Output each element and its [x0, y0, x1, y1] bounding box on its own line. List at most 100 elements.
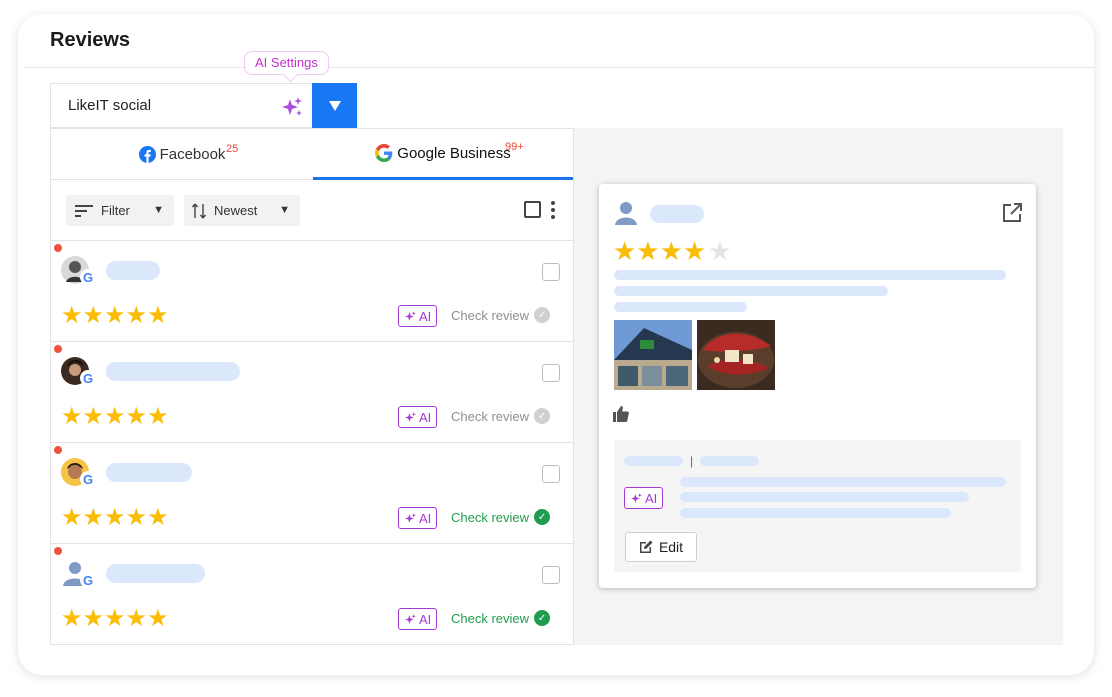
sparkle-icon — [405, 411, 416, 422]
rating-stars: ★★★★★ — [61, 504, 169, 531]
review-text-placeholder — [614, 302, 747, 312]
google-icon — [375, 144, 393, 162]
review-photo-food[interactable] — [697, 320, 775, 390]
svg-text:G: G — [83, 270, 93, 285]
ai-label: AI — [419, 308, 432, 324]
edit-reply-button[interactable]: Edit — [625, 532, 697, 562]
svg-text:G: G — [83, 573, 93, 588]
tab-facebook[interactable]: Facebook 25 — [51, 129, 313, 180]
tab-google-business[interactable]: Google Business 99+ — [313, 129, 573, 180]
select-all-checkbox[interactable] — [524, 201, 541, 218]
sparkle-icon — [405, 512, 416, 523]
platform-tabs: Facebook 25 Google Business 99+ — [51, 129, 573, 180]
sparkle-icon — [631, 492, 642, 503]
facebook-icon — [138, 146, 156, 163]
review-row[interactable]: G ★★★★★ AI Check review ✓ — [51, 544, 573, 645]
more-options-icon[interactable] — [549, 200, 557, 220]
review-detail-card: ★★★★ ★ | AI Edit — [599, 184, 1036, 588]
sort-icon — [192, 203, 206, 218]
avatar: G — [61, 357, 96, 386]
check-review-label: Check review — [451, 307, 530, 323]
review-row[interactable]: G ★★★★★ AI Check review ✓ — [51, 342, 573, 443]
tab-google-business-label: Google Business — [397, 144, 511, 162]
edit-icon — [639, 540, 653, 553]
ai-label: AI — [645, 490, 658, 506]
review-photo-storefront[interactable] — [614, 320, 692, 390]
svg-text:G: G — [83, 472, 93, 487]
filter-caret-icon: ▼ — [153, 204, 164, 216]
ai-reply-badge[interactable]: AI — [398, 406, 438, 428]
rating-stars: ★★★★★ — [61, 605, 169, 632]
ai-label: AI — [419, 611, 432, 627]
title-divider — [24, 67, 1094, 68]
review-text-placeholder — [614, 270, 1006, 280]
caret-down-icon — [328, 100, 341, 111]
account-name: LikeIT social — [68, 97, 152, 114]
filter-button[interactable]: Filter ▼ — [66, 195, 174, 226]
reviewer-name-placeholder — [106, 362, 240, 381]
open-external-icon[interactable] — [1001, 202, 1023, 224]
ai-reply-badge[interactable]: AI — [398, 305, 438, 327]
facebook-count-badge: 25 — [226, 143, 239, 155]
filter-label: Filter — [101, 203, 130, 218]
account-dropdown-button[interactable] — [312, 83, 357, 128]
rating-stars: ★★★★★ — [61, 302, 169, 329]
avatar: G — [61, 458, 96, 487]
ai-reply-box: | AI Edit — [614, 440, 1021, 572]
review-checkbox[interactable] — [542, 364, 560, 382]
detail-rating-stars: ★★★★ ★ — [613, 238, 732, 264]
review-checkbox[interactable] — [542, 566, 560, 584]
reply-meta-placeholder — [624, 456, 683, 466]
sparkle-icon — [405, 310, 416, 321]
ai-reply-badge[interactable]: AI — [398, 608, 438, 630]
check-circle-icon: ✓ — [534, 408, 551, 424]
sparkle-icon — [405, 613, 416, 624]
ai-label: AI — [419, 510, 432, 526]
thumbs-up-icon[interactable] — [613, 406, 629, 422]
review-row[interactable]: G ★★★★★ AI Check review ✓ — [51, 241, 573, 342]
reply-meta-placeholder — [700, 456, 759, 466]
check-review-link[interactable]: Check review ✓ — [451, 408, 551, 424]
check-review-link[interactable]: Check review ✓ — [451, 610, 551, 626]
review-list-panel: Facebook 25 Google Business 99+ Filter ▼… — [50, 128, 574, 645]
sparkle-icon[interactable] — [280, 95, 304, 119]
review-checkbox[interactable] — [542, 263, 560, 281]
ai-reply-badge[interactable]: AI — [398, 507, 438, 529]
tab-facebook-label: Facebook — [159, 146, 226, 163]
check-review-label: Check review — [451, 408, 530, 424]
reply-text-placeholder — [680, 492, 969, 502]
review-text-placeholder — [614, 286, 888, 296]
edit-label: Edit — [658, 539, 684, 555]
avatar: G — [61, 256, 96, 285]
unread-dot — [54, 345, 62, 353]
sort-label: Newest — [214, 203, 258, 218]
reviewer-name-placeholder — [106, 261, 160, 280]
check-review-label: Check review — [451, 610, 530, 626]
reply-meta-separator: | — [690, 454, 694, 468]
check-circle-icon: ✓ — [534, 307, 551, 323]
ai-label: AI — [419, 409, 432, 425]
page-title: Reviews — [50, 29, 131, 51]
google-count-badge: 99+ — [505, 141, 524, 153]
reply-text-placeholder — [680, 477, 1006, 487]
rating-stars: ★★★★★ — [61, 403, 169, 430]
review-row[interactable]: G ★★★★★ AI Check review ✓ — [51, 443, 573, 544]
check-review-label: Check review — [451, 509, 530, 525]
unread-dot — [54, 244, 62, 252]
unread-dot — [54, 446, 62, 454]
check-review-link[interactable]: Check review ✓ — [451, 509, 551, 525]
account-select[interactable]: LikeIT social — [50, 83, 312, 128]
check-review-link[interactable]: Check review ✓ — [451, 307, 551, 323]
review-toolbar: Filter ▼ Newest ▼ — [51, 181, 573, 241]
reviewer-name-placeholder — [650, 205, 704, 223]
filled-stars: ★★★★ — [613, 236, 707, 266]
review-checkbox[interactable] — [542, 465, 560, 483]
avatar: G — [63, 562, 96, 588]
svg-text:G: G — [83, 371, 93, 386]
sort-caret-icon: ▼ — [279, 204, 290, 216]
reviewer-name-placeholder — [106, 463, 192, 482]
ai-reply-badge[interactable]: AI — [624, 487, 664, 509]
sort-button[interactable]: Newest ▼ — [184, 195, 300, 226]
reply-text-placeholder — [680, 508, 951, 518]
check-circle-icon: ✓ — [534, 610, 551, 626]
